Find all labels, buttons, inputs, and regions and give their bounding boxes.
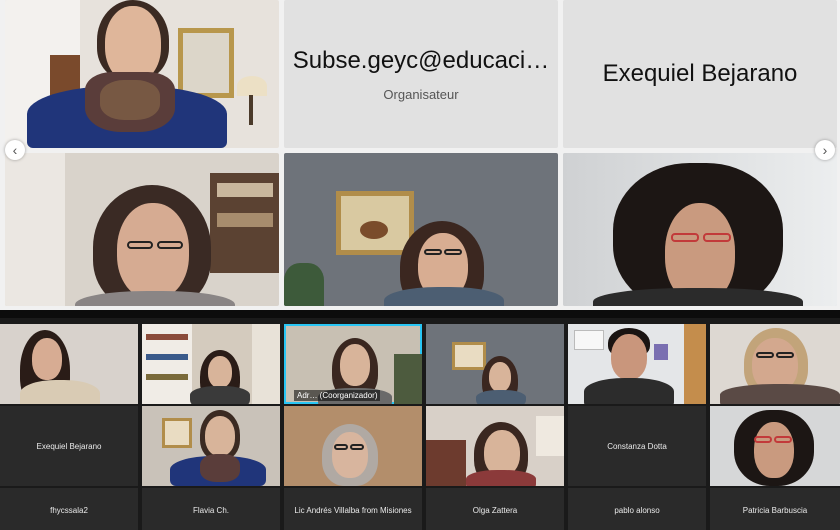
video-feed [563,153,837,306]
participant-name-tile[interactable]: Lic Andrés Villalba from Misiones [284,488,422,530]
participant-name: Subse.geyc@educaci… [292,46,550,74]
participant-name: Exequiel Bejarano [602,60,798,87]
previous-page-arrow-icon[interactable]: ‹ [5,140,25,160]
participant-video-tile[interactable] [284,406,422,486]
video-feed [568,324,706,404]
teams-gallery: Subse.geyc@educaci… Organisateur Exequie… [0,0,840,310]
video-feed [426,406,564,486]
participant-name: Olga Zattera [472,505,518,515]
participant-video-tile[interactable] [563,153,837,306]
participant-name-tile[interactable]: Olga Zattera [426,488,564,530]
zoom-gallery: Adr… (Coorganizador) Exequiel Bejarano C… [0,318,840,530]
participant-name-tile[interactable]: Patricia Barbuscia [710,488,840,530]
participant-video-tile[interactable] [0,324,138,404]
video-feed [710,324,840,404]
participant-name: pablo alonso [614,505,660,515]
video-feed [5,153,279,306]
video-feed [0,324,138,404]
participant-video-tile[interactable] [5,0,279,148]
participant-name-tile[interactable]: Exequiel Bejarano [563,0,837,148]
video-feed [426,324,564,404]
next-page-arrow-icon[interactable]: › [815,140,835,160]
video-feed [284,406,422,486]
participant-video-tile[interactable] [710,406,840,486]
video-feed [142,406,280,486]
participant-video-tile[interactable] [426,324,564,404]
participant-name-tile[interactable]: Flavia Ch. [142,488,280,530]
participant-name-tile[interactable]: pablo alonso [568,488,706,530]
participant-name: fhycssala2 [50,505,88,515]
participant-name: Flavia Ch. [192,505,229,515]
participant-name-tile[interactable]: Constanza Dotta [568,406,706,486]
participant-name: Constanza Dotta [607,441,667,451]
participant-name-tile[interactable]: Subse.geyc@educaci… Organisateur [284,0,558,148]
participant-video-tile[interactable] [142,324,280,404]
participant-name-tile[interactable]: Exequiel Bejarano [0,406,138,486]
participant-name: Exequiel Bejarano [36,441,102,451]
participant-name: Lic Andrés Villalba from Misiones [294,505,412,515]
participant-video-tile[interactable] [142,406,280,486]
participant-role: Organisateur [383,86,459,102]
participant-video-tile[interactable] [568,324,706,404]
participant-video-tile[interactable] [710,324,840,404]
participant-label: Adr… (Coorganizador) [294,390,381,401]
video-feed [142,324,280,404]
divider [0,310,840,318]
video-feed [710,406,840,486]
participant-video-tile[interactable] [284,153,558,306]
participant-video-tile[interactable]: Adr… (Coorganizador) [284,324,422,404]
participant-name: Patricia Barbuscia [742,505,808,515]
video-feed [5,0,279,148]
participant-name-tile[interactable]: fhycssala2 [0,488,138,530]
participant-video-tile[interactable] [426,406,564,486]
video-feed [284,153,558,306]
video-call-screenshot: Subse.geyc@educaci… Organisateur Exequie… [0,0,840,530]
participant-video-tile[interactable] [5,153,279,306]
